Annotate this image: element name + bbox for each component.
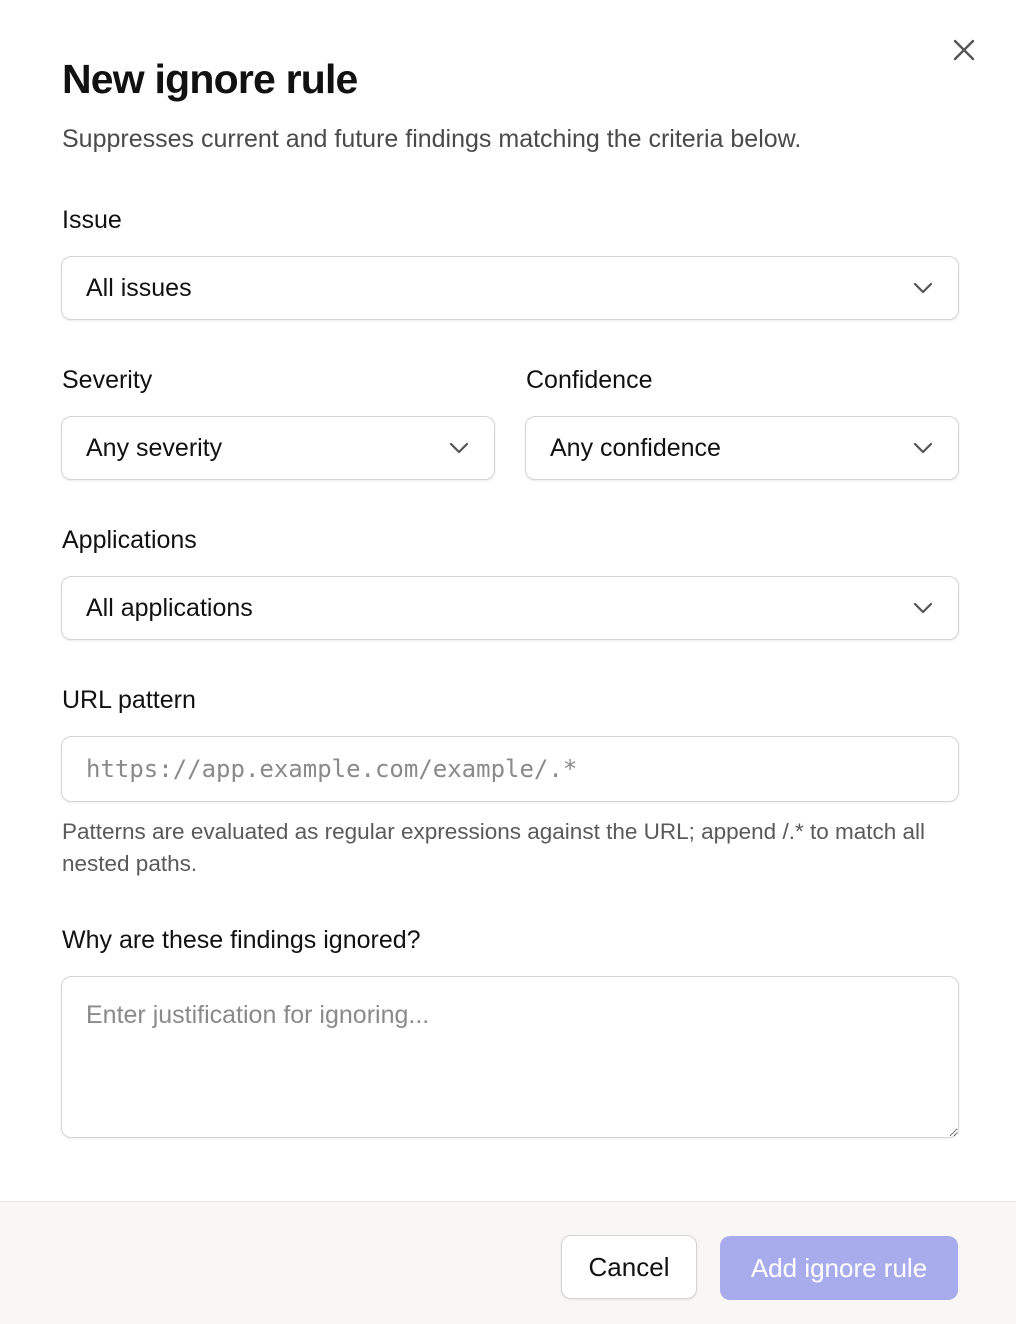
dialog-title: New ignore rule [62,56,358,102]
ignore-rule-dialog: New ignore rule Suppresses current and f… [0,0,1016,1324]
close-button[interactable] [946,34,982,70]
severity-select-value: Any severity [86,433,223,462]
applications-select-value: All applications [86,593,253,622]
url-pattern-label: URL pattern [62,686,196,714]
confidence-select[interactable]: Any confidence [525,416,959,480]
dialog-footer: Cancel Add ignore rule [0,1201,1016,1324]
justification-textarea[interactable] [61,976,959,1138]
close-icon [953,39,975,66]
cancel-button[interactable]: Cancel [561,1235,697,1299]
severity-label: Severity [62,366,153,394]
issue-select-value: All issues [86,273,192,302]
chevron-down-icon [912,437,934,459]
dialog-subtitle: Suppresses current and future findings m… [62,125,802,153]
confidence-select-value: Any confidence [550,433,721,462]
chevron-down-icon [912,597,934,619]
severity-select[interactable]: Any severity [61,416,495,480]
confidence-label: Confidence [526,366,653,394]
justification-label: Why are these findings ignored? [62,926,421,954]
add-ignore-rule-button[interactable]: Add ignore rule [720,1236,958,1300]
applications-select[interactable]: All applications [61,576,959,640]
issue-select[interactable]: All issues [61,256,959,320]
chevron-down-icon [448,437,470,459]
issue-label: Issue [62,206,122,234]
url-pattern-help: Patterns are evaluated as regular expres… [62,819,925,876]
chevron-down-icon [912,277,934,299]
applications-label: Applications [62,526,197,554]
url-pattern-input[interactable] [61,736,959,802]
